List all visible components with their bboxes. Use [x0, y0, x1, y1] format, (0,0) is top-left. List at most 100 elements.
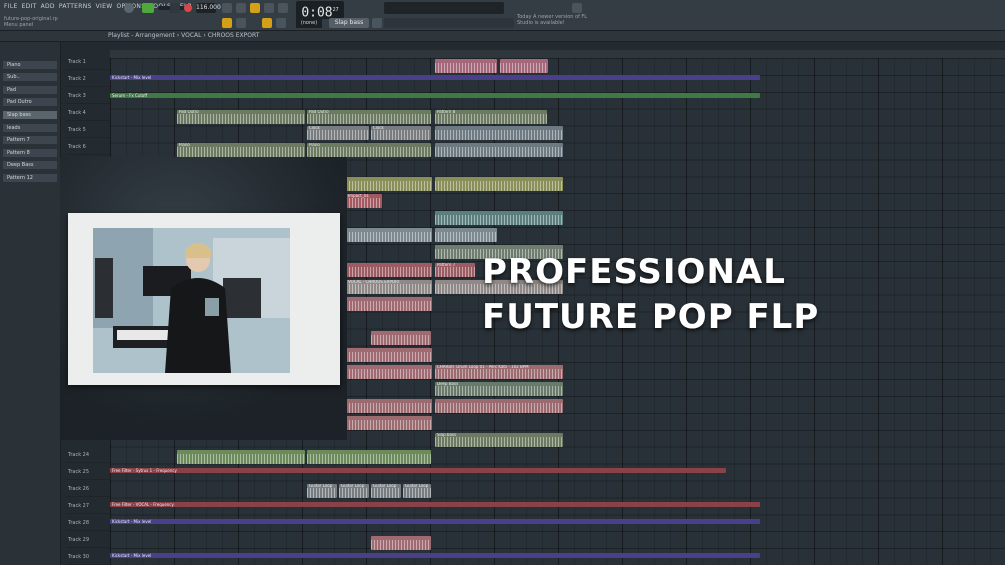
- audio-clip[interactable]: Guitar Loop: [371, 484, 401, 498]
- audio-clip[interactable]: [346, 348, 432, 362]
- track-header[interactable]: Track 4: [66, 105, 110, 121]
- wait-input-icon[interactable]: [236, 3, 246, 13]
- update-download-icon[interactable]: [572, 3, 582, 13]
- audio-clip[interactable]: Guitar Loop: [339, 484, 369, 498]
- audio-clip[interactable]: [371, 331, 431, 345]
- news-panel[interactable]: Today A newer version of FL Studio is av…: [517, 14, 587, 26]
- clip-label: Kickstart - Mix level: [112, 75, 152, 80]
- track-header[interactable]: Track 24: [66, 447, 110, 463]
- master-volume-knob[interactable]: [124, 3, 134, 13]
- audio-clip[interactable]: [435, 228, 497, 242]
- audio-clip[interactable]: Guitar Loop: [307, 484, 337, 498]
- tempo-display[interactable]: 116.000: [196, 3, 221, 13]
- snap-mode-select[interactable]: (none): [296, 18, 322, 28]
- audio-clip[interactable]: [346, 228, 432, 242]
- pattern-clip[interactable]: [435, 211, 563, 225]
- track-header[interactable]: Track 3: [66, 88, 110, 104]
- automation-clip[interactable]: Free Filter - VOCAL - Frequency: [110, 502, 760, 507]
- audio-clip[interactable]: [177, 450, 305, 464]
- audio-clip[interactable]: [346, 365, 432, 379]
- menu-file[interactable]: FILE: [4, 3, 18, 10]
- automation-clip[interactable]: Kickstart - Mix level: [110, 75, 760, 80]
- headline: PROFESSIONAL FUTURE POP FLP: [482, 250, 819, 340]
- track-header[interactable]: Track 25: [66, 464, 110, 480]
- automation-clip[interactable]: Serum - Fx Cutoff: [110, 93, 760, 98]
- file-info: future-pop-original.rp Menu panel: [4, 16, 58, 28]
- pattern-clip[interactable]: Pad Outro: [307, 110, 431, 124]
- countdown-icon[interactable]: [250, 3, 260, 13]
- track-header[interactable]: Track 1: [66, 54, 110, 70]
- channel-item[interactable]: Piano: [3, 61, 57, 69]
- channel-item[interactable]: Deep Bass: [3, 161, 57, 169]
- pattern-clip[interactable]: [346, 263, 432, 277]
- metronome-icon[interactable]: [222, 3, 232, 13]
- pattern-clip[interactable]: [435, 126, 563, 140]
- play-icon[interactable]: [170, 3, 180, 13]
- audio-clip[interactable]: [371, 536, 431, 550]
- channel-item[interactable]: leads: [3, 124, 57, 132]
- track-header[interactable]: Track 28: [66, 515, 110, 531]
- menu-edit[interactable]: EDIT: [22, 3, 37, 10]
- pattern-song-toggle[interactable]: [142, 3, 154, 13]
- pattern-clip[interactable]: Pad Outro: [177, 110, 305, 124]
- magnet-icon[interactable]: [262, 18, 272, 28]
- clip-label: Free Filter - VOCAL - Frequency: [112, 502, 174, 507]
- blend-notes-icon[interactable]: [278, 3, 288, 13]
- pattern-clip[interactable]: Pattern 8: [435, 110, 547, 124]
- pattern-clip[interactable]: Pattern 7: [435, 263, 475, 277]
- menu-patterns[interactable]: PATTERNS: [59, 3, 92, 10]
- channel-item-selected[interactable]: Slap bass: [3, 111, 57, 119]
- menu-add[interactable]: ADD: [41, 3, 55, 10]
- window-toolbar: [384, 18, 514, 28]
- audio-clip[interactable]: [346, 297, 432, 311]
- channel-item[interactable]: Pattern 12: [3, 174, 57, 182]
- pattern-clip[interactable]: [435, 143, 563, 157]
- step-edit-icon[interactable]: [264, 3, 274, 13]
- headline-line-2: FUTURE POP FLP: [482, 297, 820, 337]
- audio-clip[interactable]: Guitar Loop: [403, 484, 431, 498]
- automation-clip[interactable]: Kickstart - Mix level: [110, 519, 760, 524]
- pattern-clip[interactable]: Slap bass: [435, 433, 563, 447]
- add-pattern-icon[interactable]: [372, 18, 382, 28]
- track-header[interactable]: Track 5: [66, 122, 110, 138]
- automation-clip[interactable]: Kickstart - Mix level: [110, 553, 760, 558]
- audio-clip[interactable]: [346, 177, 432, 191]
- audio-clip[interactable]: [346, 416, 432, 430]
- playlist-breadcrumb[interactable]: Playlist - Arrangement › VOCAL › CHROOS …: [108, 32, 259, 39]
- time-sub: 27: [332, 7, 339, 13]
- typing-keyboard-icon[interactable]: [276, 18, 286, 28]
- news-line-2: Studio is available!: [517, 20, 565, 26]
- pattern-clip[interactable]: [500, 59, 548, 73]
- channel-item[interactable]: Pad: [3, 86, 57, 94]
- mixer-icon[interactable]: [236, 18, 246, 28]
- track-header[interactable]: Track 30: [66, 549, 110, 565]
- track-header[interactable]: Track 6: [66, 139, 110, 155]
- channel-item[interactable]: Sub..: [3, 73, 57, 81]
- audio-clip[interactable]: [435, 177, 563, 191]
- audio-clip[interactable]: Impact_01: [346, 194, 382, 208]
- channel-item[interactable]: Pad Outro: [3, 98, 57, 106]
- channel-item[interactable]: Pattern 8: [3, 149, 57, 157]
- automation-clip[interactable]: Free Filter - Sytrus 1 - Frequency: [110, 468, 726, 473]
- panel-label: Menu panel: [4, 22, 34, 28]
- track-header[interactable]: Track 27: [66, 498, 110, 514]
- audio-clip[interactable]: [435, 399, 563, 413]
- audio-clip[interactable]: CHARDIT Drum Loop 01 - Perc Kats - 102 B…: [435, 365, 563, 379]
- pattern-clip[interactable]: Piano: [307, 143, 431, 157]
- track-header[interactable]: Track 2: [66, 71, 110, 87]
- pattern-clip[interactable]: Deep Bass: [435, 382, 563, 396]
- pattern-clip[interactable]: Clock: [371, 126, 431, 140]
- pattern-clip[interactable]: [435, 59, 497, 73]
- channel-item[interactable]: Pattern 7: [3, 136, 57, 144]
- audio-clip[interactable]: [346, 399, 432, 413]
- pattern-clip[interactable]: Clock: [307, 126, 369, 140]
- pattern-clip[interactable]: Piano: [177, 143, 305, 157]
- record-icon[interactable]: [184, 4, 192, 12]
- menu-view[interactable]: VIEW: [96, 3, 113, 10]
- pattern-selector[interactable]: Slap bass: [329, 18, 369, 28]
- audio-clip[interactable]: [307, 450, 431, 464]
- audio-clip[interactable]: VOCAL - CHROOS EXPORT: [346, 280, 432, 294]
- track-header[interactable]: Track 26: [66, 481, 110, 497]
- track-header[interactable]: Track 29: [66, 532, 110, 548]
- snap-icon[interactable]: [222, 18, 232, 28]
